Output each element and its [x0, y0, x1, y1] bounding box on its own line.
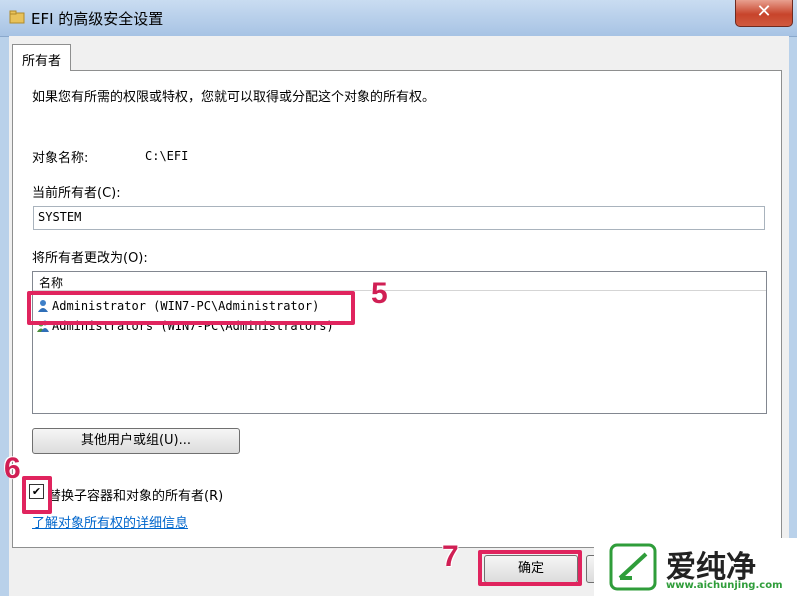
brand-logo-icon	[608, 542, 658, 596]
close-icon: ✕	[756, 1, 772, 22]
current-owner-value: SYSTEM	[38, 210, 82, 224]
folder-icon	[9, 9, 25, 25]
step7-number: 7	[442, 540, 459, 573]
tab-owner-label: 所有者	[22, 54, 62, 69]
object-name-label: 对象名称:	[32, 151, 89, 166]
watermark: 爱纯净 www.aichunjing.com	[594, 538, 797, 596]
list-column-header[interactable]: 名称	[33, 272, 766, 291]
learn-more-link[interactable]: 了解对象所有权的详细信息	[32, 512, 188, 531]
other-users-button[interactable]: 其他用户或组(U)...	[32, 428, 240, 454]
replace-owner-label: 替换子容器和对象的所有者(R)	[48, 489, 224, 504]
window-title: EFI 的高级安全设置	[31, 10, 164, 28]
object-name-value: C:\EFI	[145, 149, 189, 163]
step5-highlight	[27, 291, 355, 325]
title-bar: EFI 的高级安全设置 ✕	[0, 0, 797, 37]
tab-owner[interactable]: 所有者	[12, 44, 71, 71]
step7-highlight	[478, 550, 582, 586]
current-owner-field: SYSTEM	[33, 206, 765, 230]
step5-number: 5	[371, 277, 388, 310]
step6-highlight	[22, 476, 52, 514]
close-button[interactable]: ✕	[735, 0, 793, 27]
column-name-label: 名称	[39, 276, 64, 290]
step6-number: 6	[4, 452, 21, 485]
current-owner-label: 当前所有者(C):	[32, 186, 121, 201]
brand-url: www.aichunjing.com	[666, 580, 783, 591]
change-owner-label: 将所有者更改为(O):	[32, 251, 148, 266]
intro-text: 如果您有所需的权限或特权，您就可以取得或分配这个对象的所有权。	[32, 90, 436, 105]
